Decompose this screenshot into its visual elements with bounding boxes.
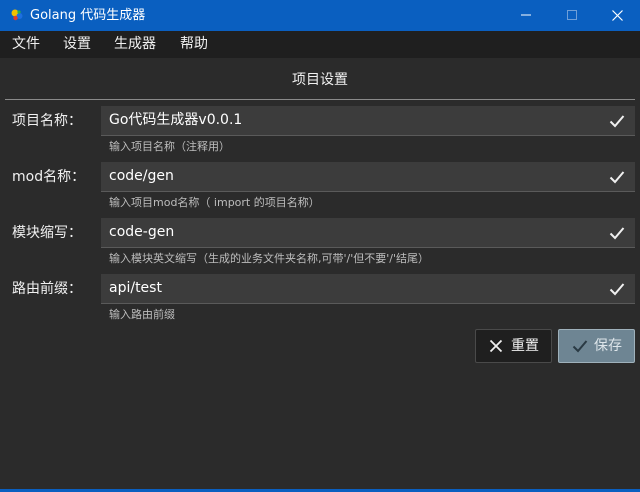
close-icon (612, 10, 623, 21)
check-icon (572, 340, 588, 353)
project-name-label: 项目名称： (12, 113, 82, 129)
check-icon (609, 227, 625, 240)
reset-button-label: 重置 (511, 338, 539, 354)
menu-bar: 文件 设置 生成器 帮助 (0, 31, 640, 58)
menu-help[interactable]: 帮助 (180, 36, 208, 53)
save-button[interactable]: 保存 (558, 329, 635, 363)
section-title: 项目设置 (292, 72, 348, 88)
title-bar: Golang 代码生成器 (0, 0, 640, 31)
project-name-input[interactable]: Go代码生成器v0.0.1 (101, 106, 635, 136)
project-name-hint: 输入项目名称（注释用） (109, 140, 230, 153)
module-abbr-input[interactable]: code-gen (101, 218, 635, 248)
route-prefix-hint: 输入路由前缀 (109, 308, 175, 321)
close-icon (489, 339, 503, 353)
close-button[interactable] (594, 0, 640, 31)
divider (5, 99, 635, 100)
minimize-button[interactable] (503, 0, 549, 31)
check-icon (609, 283, 625, 296)
app-logo-icon (11, 9, 23, 21)
maximize-icon (567, 10, 577, 20)
route-prefix-input[interactable]: api/test (101, 274, 635, 304)
window-title: Golang 代码生成器 (30, 8, 146, 23)
mod-name-label: mod名称： (12, 169, 86, 185)
menu-file[interactable]: 文件 (12, 36, 40, 53)
module-abbr-label: 模块缩写： (12, 225, 82, 241)
save-button-label: 保存 (594, 338, 622, 354)
mod-name-hint: 输入项目mod名称（ import 的项目名称） (109, 196, 320, 209)
mod-name-input[interactable]: code/gen (101, 162, 635, 192)
check-icon (609, 115, 625, 128)
check-icon (609, 171, 625, 184)
mod-name-value: code/gen (109, 168, 174, 184)
module-abbr-value: code-gen (109, 224, 175, 240)
route-prefix-value: api/test (109, 280, 162, 296)
menu-generator[interactable]: 生成器 (114, 36, 156, 53)
maximize-button[interactable] (549, 0, 595, 31)
route-prefix-label: 路由前缀： (12, 281, 82, 297)
minimize-icon (521, 14, 531, 16)
menu-settings[interactable]: 设置 (63, 36, 91, 53)
module-abbr-hint: 输入模块英文缩写（生成的业务文件夹名称,可带'/'但不要'/'结尾） (109, 252, 430, 265)
reset-button[interactable]: 重置 (475, 329, 552, 363)
project-name-value: Go代码生成器v0.0.1 (109, 112, 243, 128)
